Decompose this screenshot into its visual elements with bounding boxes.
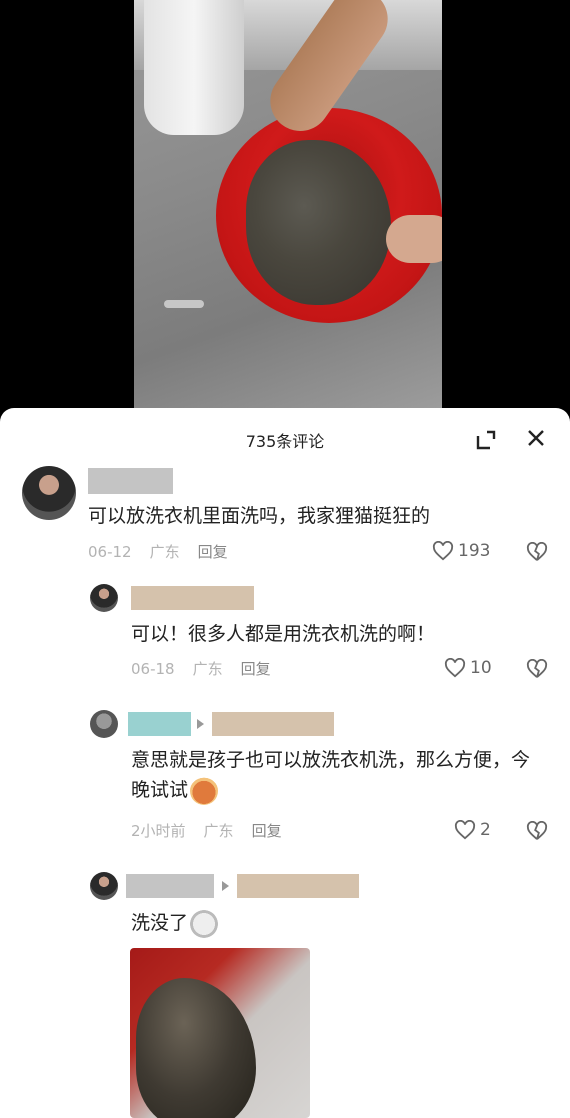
- like-count: 10: [470, 658, 492, 678]
- comment-location: 广东: [192, 660, 223, 678]
- avatar[interactable]: [22, 466, 76, 520]
- video-bottle: [144, 0, 244, 135]
- heart-icon: [454, 820, 476, 840]
- comment-date: 2小时前: [131, 822, 186, 840]
- username-redacted[interactable]: [128, 712, 191, 736]
- like-count: 2: [480, 820, 491, 840]
- comment-location: 广东: [203, 822, 234, 840]
- avatar[interactable]: [90, 710, 118, 738]
- comment-sheet: 735条评论 可以放洗衣机里面洗吗，我家狸猫挺狂的 06-12 广东 回复 193: [0, 408, 570, 1118]
- reply-to-username-redacted[interactable]: [237, 874, 359, 898]
- comment-date: 06-12: [88, 543, 132, 561]
- comment-meta: 06-12 广东 回复: [88, 541, 246, 562]
- video-player[interactable]: [0, 0, 570, 408]
- username-redacted[interactable]: [126, 874, 214, 898]
- comment-photo[interactable]: [130, 948, 310, 1118]
- comment-location: 广东: [149, 543, 180, 561]
- avatar[interactable]: [90, 872, 118, 900]
- like-count: 193: [458, 541, 491, 561]
- shocked-emoji-icon: [190, 909, 219, 938]
- reply-to-username-redacted[interactable]: [212, 712, 334, 736]
- close-icon[interactable]: [524, 426, 548, 450]
- like-button[interactable]: 2: [454, 820, 491, 840]
- broken-heart-icon: [526, 658, 548, 678]
- reply-button[interactable]: 回复: [198, 543, 228, 561]
- video-frame[interactable]: [134, 0, 442, 408]
- heart-icon: [432, 541, 454, 561]
- like-button[interactable]: 193: [432, 541, 490, 561]
- reply-button[interactable]: 回复: [252, 822, 282, 840]
- video-hand: [386, 215, 442, 263]
- comment-meta: 2小时前 广东 回复: [131, 820, 300, 841]
- crab-emoji-icon: [190, 776, 219, 805]
- broken-heart-icon: [526, 541, 548, 561]
- comment-text: 洗没了: [131, 908, 219, 938]
- broken-heart-icon: [526, 820, 548, 840]
- expand-icon[interactable]: [474, 428, 498, 452]
- reply-button[interactable]: 回复: [241, 660, 271, 678]
- comment-date: 06-18: [131, 660, 175, 678]
- dislike-button[interactable]: [526, 541, 548, 566]
- reply-arrow-icon: [197, 719, 204, 729]
- comment-meta: 06-18 广东 回复: [131, 658, 289, 679]
- reply-arrow-icon: [222, 881, 229, 891]
- comment-text: 意思就是孩子也可以放洗衣机洗，那么方便，今晚试试: [131, 745, 531, 805]
- comment-sheet-header: 735条评论: [0, 408, 570, 468]
- comment-text: 可以放洗衣机里面洗吗，我家狸猫挺狂的: [88, 505, 431, 527]
- photo-cat: [136, 978, 256, 1118]
- dislike-button[interactable]: [526, 658, 548, 683]
- avatar[interactable]: [90, 584, 118, 612]
- username-redacted[interactable]: [131, 586, 254, 610]
- heart-icon: [444, 658, 466, 678]
- dislike-button[interactable]: [526, 820, 548, 845]
- video-floor-glint: [164, 300, 204, 308]
- username-redacted[interactable]: [88, 468, 173, 494]
- comment-text: 可以！很多人都是用洗衣机洗的啊！: [131, 623, 436, 645]
- like-button[interactable]: 10: [444, 658, 492, 678]
